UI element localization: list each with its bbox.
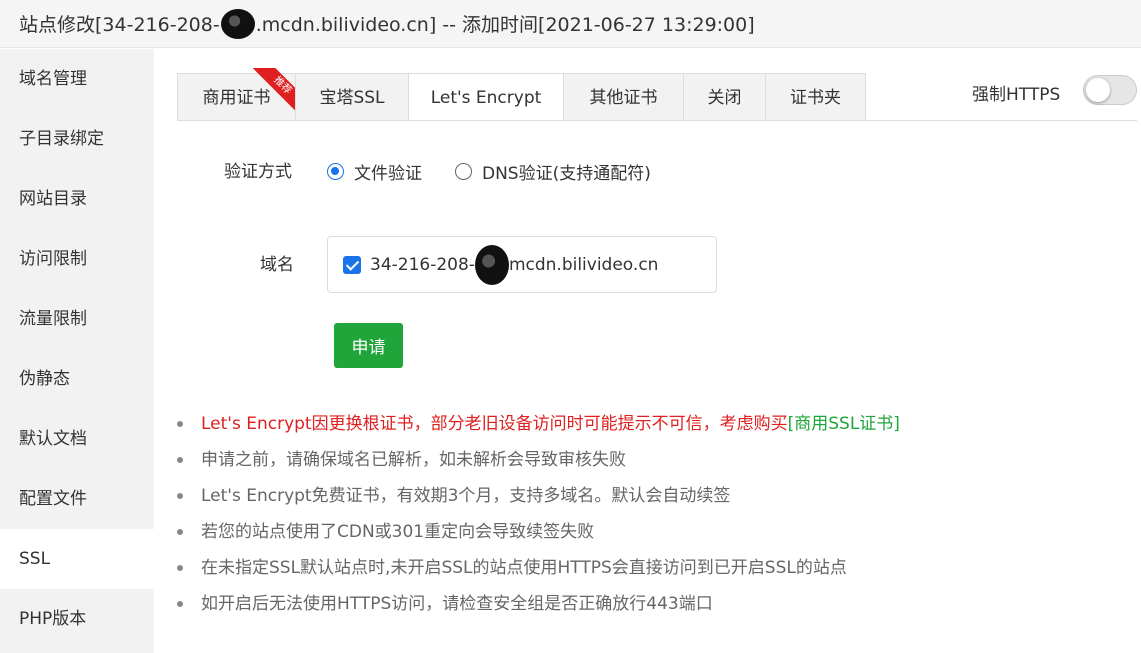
sidebar-item-ssl[interactable]: SSL	[0, 529, 154, 589]
radio-label: 文件验证	[354, 164, 422, 184]
radio-unselected-icon	[455, 163, 472, 180]
domain-suffix: mcdn.bilivideo.cn	[508, 254, 659, 275]
sidebar: 域名管理 子目录绑定 网站目录 访问限制 流量限制 伪静态 默认文档 配置文件 …	[0, 49, 154, 653]
sidebar-item-default-doc[interactable]: 默认文档	[0, 409, 154, 469]
window-title: 站点修改[34-216-208- .mcdn.bilivideo.cn] -- …	[0, 0, 1141, 48]
list-item: 在未指定SSL默认站点时,未开启SSL的站点使用HTTPS会直接访问到已开启SS…	[176, 550, 900, 586]
domain-prefix: 34-216-208-	[370, 254, 475, 275]
force-https-toggle[interactable]	[1083, 75, 1137, 105]
sidebar-item-config[interactable]: 配置文件	[0, 469, 154, 529]
tab-letsencrypt[interactable]: Let's Encrypt	[408, 73, 563, 121]
list-item: 若您的站点使用了CDN或301重定向会导致续签失败	[176, 514, 900, 550]
sidebar-item-rewrite[interactable]: 伪静态	[0, 349, 154, 409]
radio-file-verify[interactable]: 文件验证	[327, 159, 422, 184]
tab-label: 其他证书	[589, 88, 658, 108]
tab-commercial[interactable]: 商用证书 推荐	[177, 68, 299, 121]
tab-label: Let's Encrypt	[430, 88, 542, 108]
sidebar-item-sitedir[interactable]: 网站目录	[0, 169, 154, 229]
list-item: 申请之前，请确保域名已解析，如未解析会导致审核失败	[176, 442, 900, 478]
sidebar-item-php[interactable]: PHP版本	[0, 589, 154, 649]
tab-cert-folder[interactable]: 证书夹	[765, 73, 866, 121]
sidebar-item-domain[interactable]: 域名管理	[0, 49, 154, 109]
domain-checkbox[interactable]	[343, 255, 361, 274]
window-title-prefix: 站点修改[34-216-208-	[19, 14, 220, 36]
domain-label: 域名	[260, 255, 294, 275]
tab-label: 宝塔SSL	[319, 88, 385, 108]
toggle-knob	[1086, 78, 1110, 102]
sidebar-item-subdir[interactable]: 子目录绑定	[0, 109, 154, 169]
apply-button[interactable]: 申请	[334, 323, 403, 368]
sidebar-item-traffic[interactable]: 流量限制	[0, 289, 154, 349]
tab-label: 关闭	[707, 88, 742, 108]
sidebar-item-access[interactable]: 访问限制	[0, 229, 154, 289]
tab-divider	[177, 120, 1137, 121]
radio-selected-icon	[327, 163, 344, 180]
list-item: Let's Encrypt免费证书，有效期3个月，支持多域名。默认会自动续签	[176, 478, 900, 514]
list-item: 如开启后无法使用HTTPS访问，请检查安全组是否正确放行443端口	[176, 586, 900, 622]
tab-close[interactable]: 关闭	[683, 73, 765, 121]
tab-label: 证书夹	[790, 88, 841, 108]
recommend-badge: 推荐	[253, 68, 299, 115]
recommend-ribbon: 推荐	[251, 68, 299, 116]
window-title-suffix: .mcdn.bilivideo.cn] -- 添加时间[2021-06-27 1…	[255, 14, 755, 36]
tab-bt-ssl[interactable]: 宝塔SSL	[295, 73, 408, 121]
commercial-ssl-link[interactable]: [商用SSL证书]	[788, 414, 900, 434]
force-https-label: 强制HTTPS	[972, 85, 1061, 105]
ssl-tabs: 商用证书 推荐 宝塔SSL Let's Encrypt 其他证书 关闭 证书夹	[177, 68, 866, 121]
warning-text: Let's Encrypt因更换根证书，部分老旧设备访问时可能提示不可信，考虑购…	[201, 414, 788, 434]
radio-dns-verify[interactable]: DNS验证(支持通配符)	[455, 159, 651, 184]
radio-label: DNS验证(支持通配符)	[482, 164, 651, 184]
list-item: Let's Encrypt因更换根证书，部分老旧设备访问时可能提示不可信，考虑购…	[176, 406, 900, 442]
tab-other-cert[interactable]: 其他证书	[563, 73, 683, 121]
redaction-blob	[220, 8, 255, 39]
domain-list: 34-216-208- mcdn.bilivideo.cn	[327, 236, 717, 293]
verify-method-label: 验证方式	[224, 162, 292, 182]
redaction-blob	[474, 244, 509, 285]
tips-list: Let's Encrypt因更换根证书，部分老旧设备访问时可能提示不可信，考虑购…	[176, 406, 900, 622]
